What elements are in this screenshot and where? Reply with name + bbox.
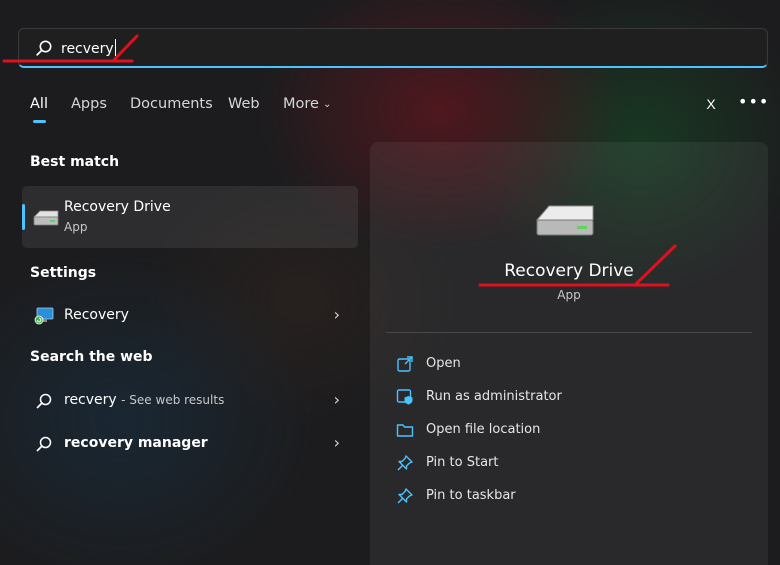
action-label: Pin to Start — [426, 455, 499, 470]
best-match-title: Recovery Drive — [64, 199, 171, 215]
selection-accent — [22, 204, 25, 230]
best-match-subtitle: App — [64, 220, 88, 234]
details-subtitle: App — [557, 288, 581, 302]
web-result-hint: - See web results — [121, 393, 225, 407]
chevron-down-icon: ⌄ — [322, 99, 332, 110]
chevron-right-icon: › — [333, 390, 340, 409]
search-icon — [36, 436, 52, 452]
action-label: Pin to taskbar — [426, 488, 516, 503]
chevron-right-icon: › — [333, 433, 340, 452]
tab-documents[interactable]: Documents — [130, 96, 213, 112]
settings-heading: Settings — [30, 265, 97, 281]
search-input[interactable]: recvery — [61, 39, 116, 57]
details-title: Recovery Drive — [504, 261, 634, 281]
best-match-heading: Best match — [30, 154, 120, 170]
web-result-label: recvery - See web results — [64, 392, 225, 408]
details-panel: Recovery Drive App Open Run as administr… — [370, 142, 768, 565]
settings-item-recovery[interactable]: Recovery › — [22, 296, 358, 336]
action-label: Open — [426, 356, 461, 371]
tab-more[interactable]: More ⌄ — [283, 96, 331, 112]
more-options-button[interactable]: ••• — [738, 93, 768, 115]
search-icon — [36, 40, 52, 56]
web-result-recovery-manager[interactable]: recovery manager › — [22, 424, 358, 464]
chevron-right-icon: › — [333, 305, 340, 324]
search-icon — [36, 393, 52, 409]
action-label: Run as administrator — [426, 389, 562, 404]
pin-icon — [397, 488, 413, 504]
tab-web[interactable]: Web — [228, 96, 260, 112]
active-tab-indicator — [33, 120, 46, 123]
recovery-monitor-icon — [34, 307, 54, 325]
web-result-label: recovery manager — [64, 435, 208, 451]
folder-icon — [396, 424, 414, 437]
web-result-recvery[interactable]: recvery - See web results › — [22, 381, 358, 421]
close-button[interactable]: X — [700, 93, 722, 115]
action-label: Open file location — [426, 422, 541, 437]
tab-apps[interactable]: Apps — [71, 96, 107, 112]
open-external-icon — [397, 356, 413, 372]
pin-icon — [397, 455, 413, 471]
search-web-heading: Search the web — [30, 349, 153, 365]
drive-icon — [535, 205, 594, 236]
best-match-item[interactable]: Recovery Drive App — [22, 186, 358, 248]
tab-all[interactable]: All — [30, 96, 48, 112]
drive-icon — [33, 210, 59, 226]
details-divider — [386, 332, 752, 333]
search-box[interactable]: recvery — [18, 28, 768, 68]
shield-admin-icon — [396, 389, 413, 405]
text-caret — [114, 39, 116, 56]
settings-item-label: Recovery — [64, 307, 129, 323]
